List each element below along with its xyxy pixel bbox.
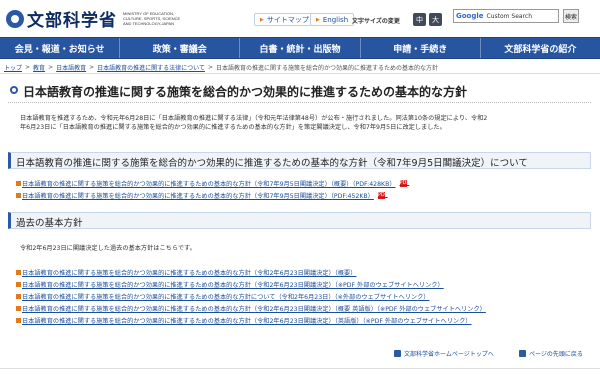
main-nav: 会見・報道・お知らせ 政策・審議会 白書・統計・出版物 申請・手続き 文部科学省… [0, 37, 600, 59]
link-text: 日本語教育の推進に関する施策を総合的かつ効果的に推進するための基本的な方針（令和… [22, 192, 374, 200]
ministry-logo[interactable]: 文部科学省 MINISTRY OF EDUCATION, CULTURE, SP… [6, 6, 185, 31]
pdf-icon: PDF [377, 191, 388, 199]
back-to-top-label: ページの先頭に戻る [529, 351, 583, 358]
breadcrumb-education[interactable]: 教育 [33, 63, 45, 72]
search-button[interactable]: 検索 [563, 9, 579, 23]
link-arrow-icon [16, 181, 21, 186]
title-bullet-icon [10, 86, 18, 94]
section1-heading: 日本語教育の推進に関する施策を総合的かつ効果的に推進するための基本的な方針（令和… [8, 152, 591, 169]
breadcrumb-sep: > [25, 64, 31, 71]
page-title: 日本語教育の推進に関する施策を総合的かつ効果的に推進するための基本的な方針 [23, 85, 468, 99]
link-arrow-icon [16, 318, 21, 323]
google-brand: Google [456, 12, 484, 20]
nav-item-procedures[interactable]: 申請・手続き [361, 38, 481, 58]
link-arrow-icon [16, 193, 21, 198]
page-title-block: 日本語教育の推進に関する施策を総合的かつ効果的に推進するための基本的な方針 [8, 82, 591, 103]
search-input[interactable]: Google Custom Search [453, 9, 559, 23]
breadcrumb-current: 日本語教育の推進に関する施策を総合的かつ効果的に推進するための基本的な方針 [216, 65, 439, 72]
past-link-summary-english[interactable]: 日本語教育の推進に関する施策を総合的かつ効果的に推進するための基本的な方針（令和… [22, 303, 486, 313]
section1-title: 日本語教育の推進に関する施策を総合的かつ効果的に推進するための基本的な方針（令和… [16, 158, 528, 169]
breadcrumb-japanese-education[interactable]: 日本語教育 [56, 63, 86, 72]
arrow-icon: ▶ [260, 16, 264, 23]
site-header: 文部科学省 MINISTRY OF EDUCATION, CULTURE, SP… [0, 0, 600, 37]
breadcrumb-law[interactable]: 日本語教育の推進に関する法律について [97, 63, 205, 72]
past-link-english[interactable]: 日本語教育の推進に関する施策を総合的かつ効果的に推進するための基本的な方針（令和… [22, 315, 472, 325]
ministry-emblem-icon [6, 9, 24, 28]
footer-divider [0, 368, 600, 369]
section1-link-summary[interactable]: 日本語教育の推進に関する施策を総合的かつ効果的に推進するための基本的な方針（令和… [22, 178, 410, 188]
section2-title: 過去の基本方針 [16, 218, 83, 229]
nav-item-news[interactable]: 会見・報道・お知らせ [0, 38, 121, 58]
section2-text: 令和2年6月23日に閣議決定した過去の基本方針はこちらです。 [20, 245, 196, 252]
back-to-top-link[interactable]: ページの先頭に戻る [519, 349, 583, 358]
section1-link-full[interactable]: 日本語教育の推進に関する施策を総合的かつ効果的に推進するための基本的な方針（令和… [22, 190, 388, 200]
breadcrumb-sep: > [207, 64, 213, 71]
past-link-about[interactable]: 日本語教育の推進に関する施策を総合的かつ効果的に推進するための基本的な方針につい… [22, 291, 429, 301]
past-link-summary[interactable]: 日本語教育の推進に関する施策を総合的かつ効果的に推進するための基本的な方針（令和… [22, 267, 356, 277]
breadcrumb: トップ > 教育 > 日本語教育 > 日本語教育の推進に関する法律について > 日本語教… [0, 62, 600, 74]
nav-item-about[interactable]: 文部科学省の紹介 [481, 38, 600, 58]
arrow-icon: ▶ [316, 16, 320, 23]
past-link-full[interactable]: 日本語教育の推進に関する施策を総合的かつ効果的に推進するための基本的な方針（令和… [22, 279, 444, 289]
home-link[interactable]: 文部科学省ホームページトップへ [394, 349, 494, 358]
home-icon [394, 350, 401, 357]
home-link-label: 文部科学省ホームページトップへ [404, 351, 494, 358]
arrow-up-icon [519, 350, 526, 357]
sitemap-label: サイトマップ [266, 15, 309, 24]
intro-line-2: 年6月23日に「日本語教育の推進に関する施策を総合的かつ効果的に推進するための基… [20, 124, 446, 131]
font-size-label: 文字サイズの変更 [352, 18, 400, 25]
link-arrow-icon [16, 294, 21, 299]
breadcrumb-top[interactable]: トップ [4, 63, 22, 72]
pdf-icon: PDF [399, 179, 410, 187]
nav-item-policy[interactable]: 政策・審議会 [120, 38, 241, 58]
nav-item-publications[interactable]: 白書・統計・出版物 [240, 38, 361, 58]
english-link[interactable]: ▶ English [310, 13, 355, 26]
section2-heading: 過去の基本方針 [8, 212, 591, 229]
logo-text: 文部科学省 [27, 11, 117, 31]
intro-line-1: 日本語教育を推進するため、令和元年6月28日に「日本語教育の推進に関する法律」（… [20, 115, 488, 122]
link-arrow-icon [16, 270, 21, 275]
search-placeholder: Custom Search [486, 12, 533, 20]
sitemap-link[interactable]: ▶ サイトマップ [254, 13, 315, 26]
breadcrumb-sep: > [48, 64, 54, 71]
english-label: English [322, 15, 349, 24]
logo-subtitle: MINISTRY OF EDUCATION, CULTURE, SPORTS, … [123, 11, 181, 26]
link-arrow-icon [16, 306, 21, 311]
font-size-large-button[interactable]: 大 [429, 13, 442, 26]
font-size-medium-button[interactable]: 中 [413, 13, 426, 26]
link-text: 日本語教育の推進に関する施策を総合的かつ効果的に推進するための基本的な方針（令和… [22, 180, 396, 188]
breadcrumb-sep: > [89, 64, 95, 71]
link-arrow-icon [16, 282, 21, 287]
